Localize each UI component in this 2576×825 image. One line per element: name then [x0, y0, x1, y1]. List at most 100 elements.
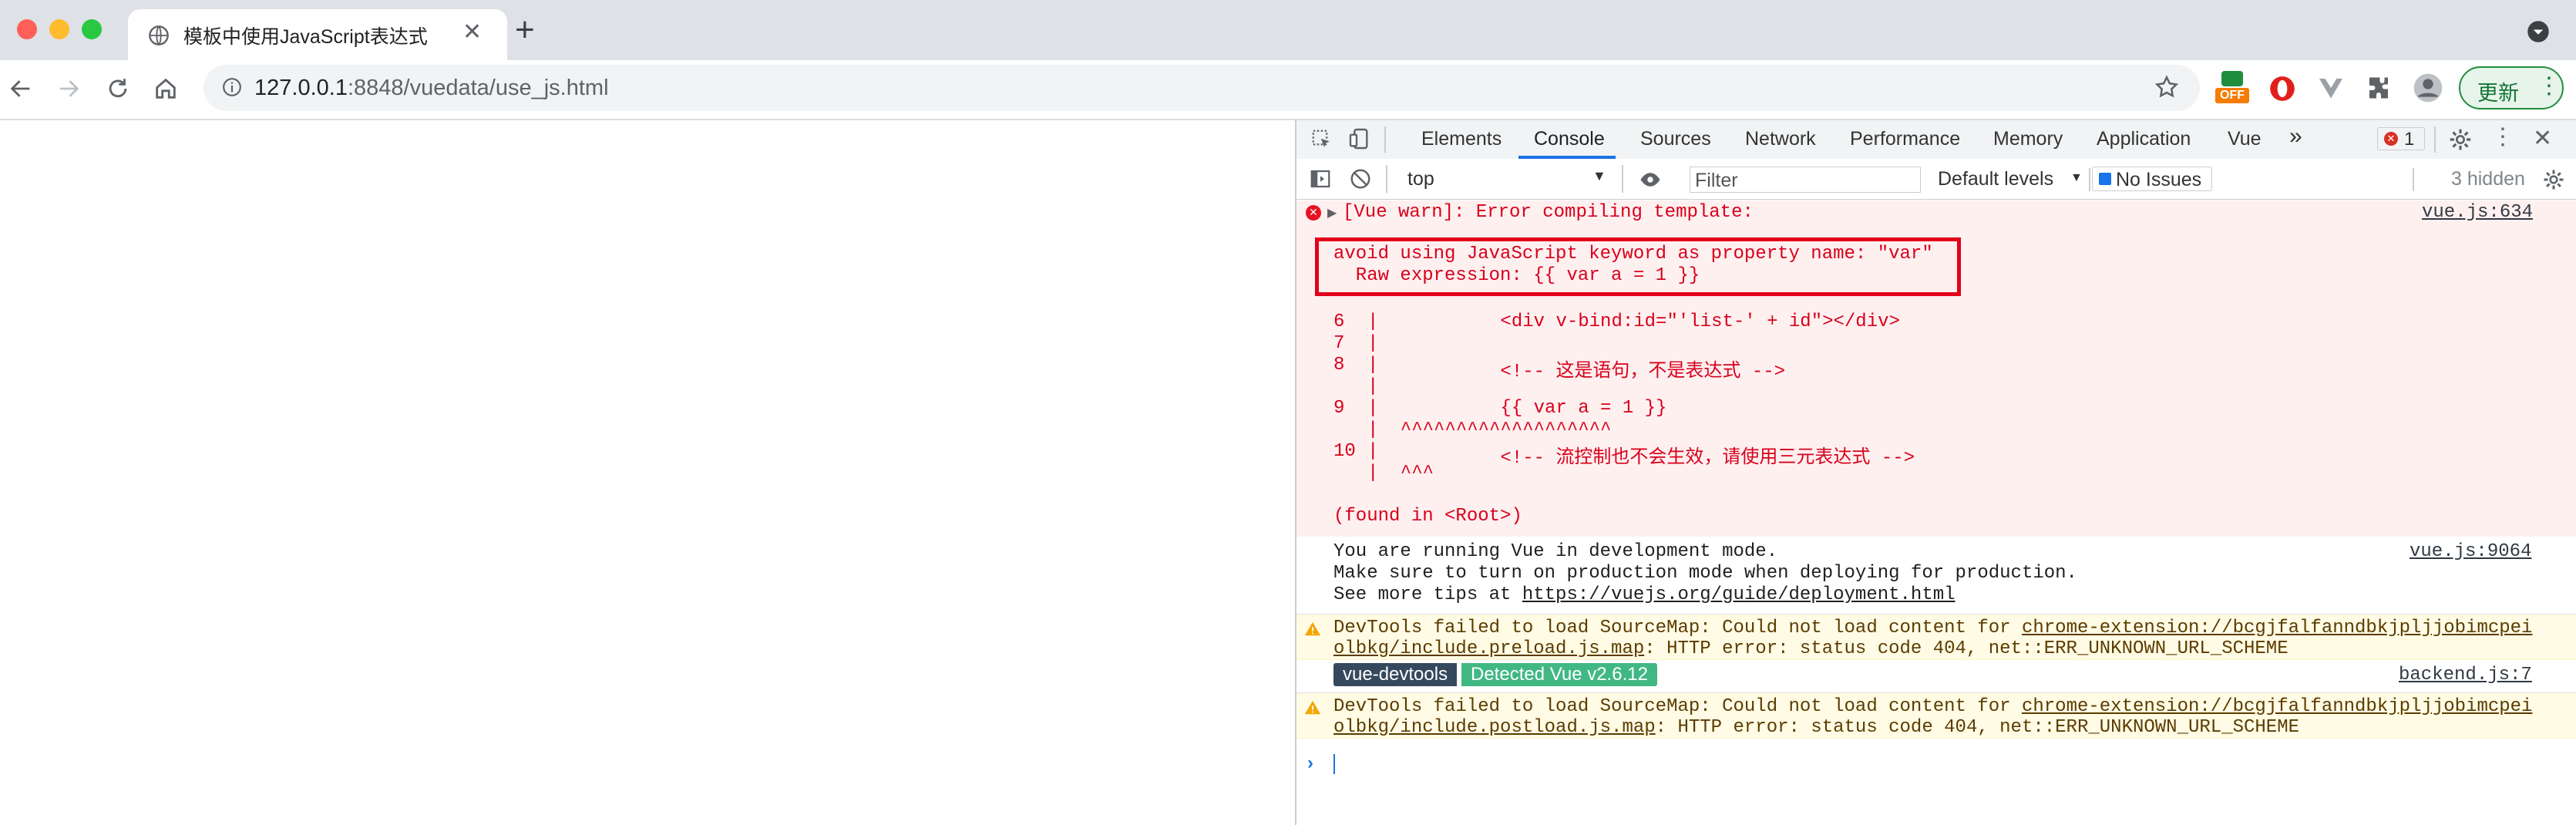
- warning-suffix: : HTTP error: status code 404, net::ERR_…: [1644, 638, 2288, 659]
- code-line-text: <div v-bind:id="'list-' + id"></div>: [1378, 311, 1900, 332]
- show-sidebar-icon[interactable]: [1309, 167, 1332, 190]
- new-tab-button[interactable]: +: [515, 11, 535, 49]
- opera-extension-icon[interactable]: [2268, 74, 2297, 103]
- info-line-3: See more tips at https://vuejs.org/guide…: [1333, 584, 1956, 605]
- code-gutter: |: [1367, 333, 1379, 354]
- detected-vue-badge: Detected Vue v2.6.12: [1461, 663, 1657, 686]
- close-tab-icon[interactable]: ✕: [462, 19, 482, 45]
- sourcemap-link[interactable]: chrome-extension://bcgjfalfanndbkjpljjob…: [2022, 696, 2533, 717]
- error-keyword-message: avoid using JavaScript keyword as proper…: [1333, 244, 1933, 264]
- code-line-number: 9: [1333, 398, 1345, 419]
- info-icon[interactable]: [222, 77, 242, 97]
- error-header: [Vue warn]: Error compiling template:: [1343, 202, 1754, 223]
- console-prompt[interactable]: ›: [1296, 746, 2576, 780]
- sourcemap-link-cont[interactable]: olbkg/include.postload.js.map: [1333, 717, 1656, 738]
- filter-placeholder: Filter: [1695, 170, 1738, 191]
- context-dropdown-icon[interactable]: ▼: [1592, 168, 1606, 184]
- backend-source-link[interactable]: backend.js:7: [2399, 665, 2532, 685]
- code-gutter: |: [1367, 463, 1379, 483]
- console-info-message: You are running Vue in development mode.…: [1296, 537, 2576, 615]
- forward-icon[interactable]: [55, 76, 82, 102]
- warning-icon: [1304, 700, 1321, 715]
- code-caret-marker: ^^^^^^^^^^^^^^^^^^^: [1378, 419, 1612, 440]
- tab-network[interactable]: Network: [1745, 128, 1816, 150]
- tab-console[interactable]: Console: [1534, 128, 1605, 150]
- tab-search-icon[interactable]: [2527, 20, 2550, 43]
- address-bar[interactable]: 127.0.0.1:8848/vuedata/use_js.html: [203, 65, 2200, 111]
- console-filter-bar: top ▼ Filter Default levels ▼ No Issues …: [1296, 159, 2576, 200]
- code-gutter: |: [1367, 311, 1379, 332]
- code-gutter: |: [1367, 441, 1379, 462]
- warning-line-2: olbkg/include.postload.js.map: HTTP erro…: [1333, 717, 2299, 738]
- warning-line-2: olbkg/include.preload.js.map: HTTP error…: [1333, 638, 2288, 659]
- console-filter-input[interactable]: Filter: [1690, 167, 1921, 193]
- globe-icon: [149, 25, 169, 45]
- minimize-window-button[interactable]: [49, 19, 69, 39]
- text-cursor: [1333, 754, 1335, 774]
- context-selector[interactable]: top: [1407, 168, 1434, 190]
- code-line-text: <!-- 这是语句，不是表达式 -->: [1378, 362, 1786, 382]
- customize-menu-icon[interactable]: ⋮: [2491, 123, 2514, 150]
- info-line-2: Make sure to turn on production mode whe…: [1333, 563, 2077, 584]
- issues-button[interactable]: No Issues: [2092, 167, 2212, 191]
- tab-memory[interactable]: Memory: [1993, 128, 2063, 150]
- settings-gear-icon[interactable]: [2448, 127, 2473, 152]
- live-expression-eye-icon[interactable]: [1637, 168, 1663, 191]
- tab-strip: 模板中使用JavaScript表达式 ✕ +: [0, 0, 2576, 60]
- url-path: :8848/vuedata/use_js.html: [347, 76, 609, 100]
- code-line-number: 8: [1333, 355, 1345, 375]
- code-gutter: |: [1367, 376, 1379, 397]
- code-gutter: |: [1367, 398, 1379, 419]
- info-source-link[interactable]: vue.js:9064: [2410, 541, 2531, 562]
- clear-console-icon[interactable]: [1349, 167, 1372, 190]
- error-counter[interactable]: ✕ 1: [2377, 127, 2425, 150]
- maximize-window-button[interactable]: [82, 19, 102, 39]
- inspect-element-icon[interactable]: [1310, 128, 1333, 151]
- tab-performance[interactable]: Performance: [1850, 128, 1960, 150]
- hidden-count: 3 hidden: [2451, 168, 2525, 190]
- extension-off-icon[interactable]: OFF: [2215, 71, 2249, 105]
- code-gutter: |: [1367, 355, 1379, 375]
- deployment-link[interactable]: https://vuejs.org/guide/deployment.html: [1522, 584, 1956, 605]
- tab-title: 模板中使用JavaScript表达式: [183, 26, 428, 48]
- close-window-button[interactable]: [17, 19, 37, 39]
- browser-tab[interactable]: 模板中使用JavaScript表达式 ✕: [128, 9, 507, 60]
- warning-icon: [1304, 621, 1321, 636]
- home-icon[interactable]: [153, 76, 179, 102]
- console-warning-message: DevTools failed to load SourceMap: Could…: [1296, 694, 2576, 739]
- expand-triangle-icon[interactable]: ▶: [1327, 205, 1337, 221]
- close-devtools-icon[interactable]: ✕: [2533, 125, 2552, 152]
- tab-application[interactable]: Application: [2097, 128, 2191, 150]
- issues-icon: [2099, 173, 2111, 185]
- code-gutter: |: [1367, 419, 1379, 440]
- code-line-number: 10: [1333, 441, 1356, 462]
- tab-sources[interactable]: Sources: [1640, 128, 1711, 150]
- code-line-number: 6: [1333, 311, 1345, 332]
- device-toolbar-icon[interactable]: [1347, 126, 1372, 151]
- back-icon[interactable]: [8, 76, 34, 102]
- update-button[interactable]: 更新 ⋮: [2459, 66, 2564, 109]
- levels-dropdown-icon[interactable]: ▼: [2070, 171, 2083, 185]
- error-source-link[interactable]: vue.js:634: [2422, 202, 2533, 223]
- more-menu-icon[interactable]: ⋮: [2537, 72, 2561, 99]
- update-button-label: 更新: [2477, 82, 2519, 105]
- tab-vue[interactable]: Vue: [2228, 128, 2262, 150]
- vue-devtools-extension-icon[interactable]: [2317, 74, 2345, 102]
- reload-icon[interactable]: [105, 76, 131, 102]
- extensions-puzzle-icon[interactable]: [2365, 74, 2393, 102]
- code-line-text: {{ var a = 1 }}: [1378, 398, 1667, 419]
- sourcemap-link[interactable]: chrome-extension://bcgjfalfanndbkjpljjob…: [2022, 618, 2533, 638]
- warning-line-1: DevTools failed to load SourceMap: Could…: [1333, 618, 2532, 638]
- url-text[interactable]: 127.0.0.1:8848/vuedata/use_js.html: [254, 76, 609, 101]
- info-line-3-prefix: See more tips at: [1333, 584, 1522, 605]
- tab-elements[interactable]: Elements: [1421, 128, 1502, 150]
- devtools-tab-bar: Elements Console Sources Network Perform…: [1296, 120, 2576, 160]
- log-levels-dropdown[interactable]: Default levels: [1938, 168, 2053, 190]
- profile-avatar-icon[interactable]: [2413, 72, 2443, 103]
- console-settings-gear-icon[interactable]: [2542, 168, 2565, 191]
- code-line-number: 7: [1333, 333, 1345, 354]
- issues-label: No Issues: [2116, 169, 2202, 190]
- bookmark-star-icon[interactable]: [2154, 74, 2180, 100]
- sourcemap-link-cont[interactable]: olbkg/include.preload.js.map: [1333, 638, 1644, 659]
- more-tabs-icon[interactable]: »: [2289, 123, 2302, 150]
